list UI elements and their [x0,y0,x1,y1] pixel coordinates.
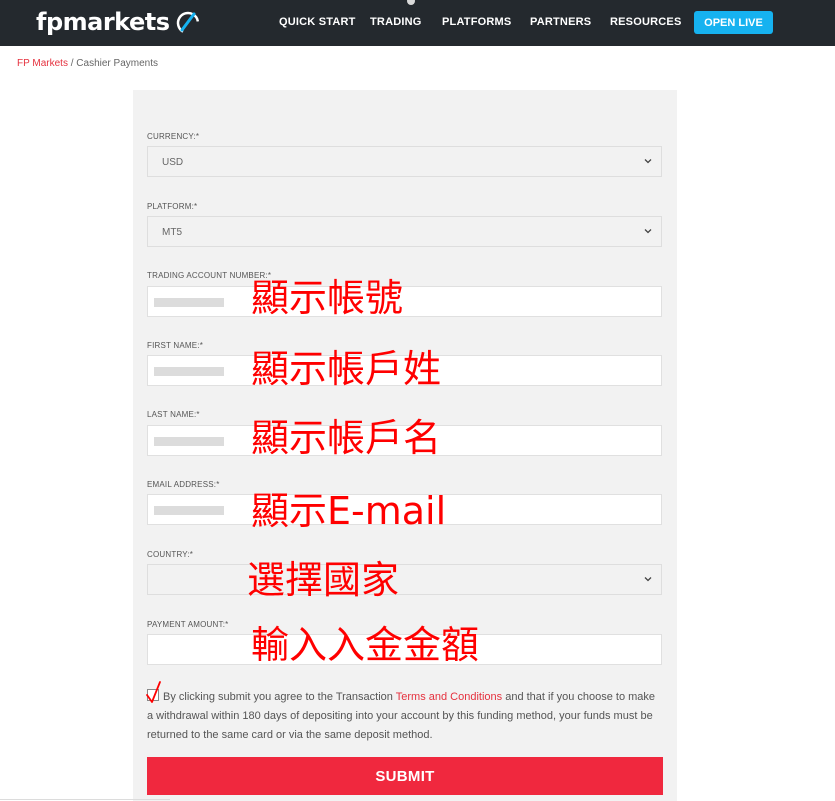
country-label: COUNTRY:* [147,550,194,559]
currency-select[interactable]: USD [147,146,662,177]
chevron-down-icon [644,229,652,234]
annotation-country: 選擇國家 [247,558,400,602]
annotation-email: 顯示E-mail [251,489,447,533]
breadcrumb-current: Cashier Payments [76,58,158,69]
annotation-amount: 輸入入金金額 [251,623,480,667]
annotation-first-name: 顯示帳戶姓 [251,347,442,391]
divider [0,799,170,800]
open-live-button[interactable]: OPEN LIVE [694,11,773,34]
redacted-value [154,367,224,376]
chevron-down-icon [644,159,652,164]
breadcrumb: FP Markets / Cashier Payments [17,58,158,69]
nav-trading[interactable]: TRADING [370,16,422,28]
annotation-last-name: 顯示帳戶名 [251,416,442,460]
payment-amount-label: PAYMENT AMOUNT:* [147,620,229,629]
platform-label: PLATFORM:* [147,202,198,211]
nav-platforms[interactable]: PLATFORMS [442,16,511,28]
country-select[interactable] [147,564,662,595]
email-label: EMAIL ADDRESS:* [147,480,220,489]
breadcrumb-home-link[interactable]: FP Markets [17,58,68,69]
terms-text-before: By clicking submit you agree to the Tran… [163,691,396,703]
redacted-value [154,298,224,307]
nav-resources[interactable]: RESOURCES [610,16,681,28]
submit-button[interactable]: SUBMIT [147,757,663,795]
annotation-account: 顯示帳號 [251,276,404,320]
account-number-input[interactable] [147,286,662,317]
first-name-label: FIRST NAME:* [147,341,204,350]
chevron-down-icon [644,577,652,582]
nav-partners[interactable]: PARTNERS [530,16,591,28]
redacted-value [154,437,224,446]
platform-value: MT5 [162,227,182,238]
top-navigation-bar: fpmarkets QUICK START TRADING PLATFORMS … [0,0,835,46]
currency-label: CURRENCY:* [147,132,200,141]
platform-select[interactable]: MT5 [147,216,662,247]
terms-link[interactable]: Terms and Conditions [396,691,502,703]
redacted-value [154,506,224,515]
nav-quick-start[interactable]: QUICK START [279,16,356,28]
currency-value: USD [162,157,184,168]
last-name-label: LAST NAME:* [147,410,200,419]
terms-text: By clicking submit you agree to the Tran… [147,688,662,745]
